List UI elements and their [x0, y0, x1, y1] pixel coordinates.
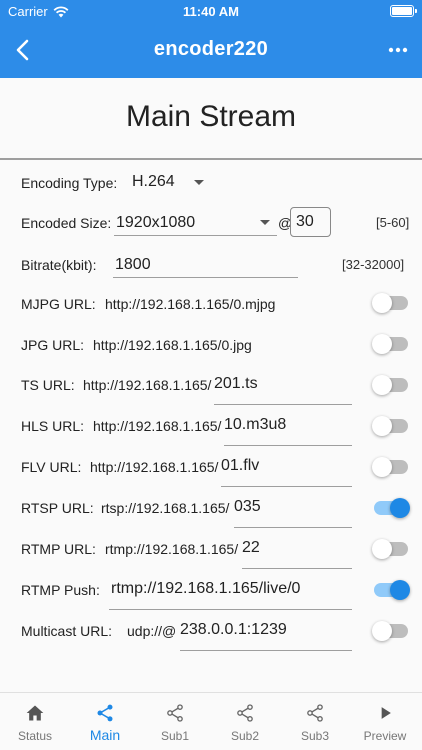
page-title: Main Stream [125, 100, 297, 133]
multicast-url-prefix: udp://@ [127, 623, 177, 639]
encoding-type-label: Encoding Type: [21, 175, 118, 191]
rtmp-push-value: rtmp://192.168.1.165/live/0 [111, 580, 301, 597]
rtmp-url-prefix: rtmp://192.168.1.165/ [105, 541, 239, 557]
flv-url-prefix: http://192.168.1.165/ [90, 459, 219, 475]
encoded-size-dropdown[interactable]: 1920x1080 [114, 208, 277, 236]
share-icon [167, 704, 183, 722]
rtmp-url-input[interactable]: 22 [242, 534, 352, 569]
chevron-down-icon [194, 180, 204, 185]
jpg-url-label: JPG URL: [21, 337, 85, 353]
tab-status[interactable]: Status [0, 693, 70, 750]
play-icon [381, 707, 391, 719]
bitrate-input[interactable]: 1800 [113, 250, 298, 278]
tab-sub2[interactable]: Sub2 [210, 693, 280, 750]
input-underline [180, 650, 352, 651]
ts-url-toggle[interactable] [372, 373, 410, 397]
input-underline [234, 527, 352, 528]
rtmp-url-suffix: 22 [242, 539, 260, 556]
ts-url-suffix: 201.ts [214, 375, 258, 392]
more-options-icon[interactable] [386, 38, 410, 62]
input-underline [242, 568, 352, 569]
input-underline [113, 277, 298, 278]
tab-label: Sub1 [160, 729, 190, 743]
rtmp-url-toggle[interactable] [372, 537, 410, 561]
rtsp-url-toggle[interactable] [372, 496, 410, 520]
app-title: encoder220 [153, 38, 269, 60]
tab-label: Main [89, 727, 121, 743]
tab-label: Preview [363, 729, 407, 743]
share-icon [307, 704, 323, 722]
ts-url-input[interactable]: 201.ts [214, 370, 352, 405]
encoding-type-dropdown[interactable]: H.264 [128, 168, 214, 196]
hls-url-suffix: 10.m3u8 [224, 416, 287, 433]
multicast-url-suffix: 238.0.0.1:1239 [180, 621, 287, 638]
fps-range: [5-60] [376, 215, 410, 230]
mjpg-url-value: http://192.168.1.165/0.mjpg [105, 296, 276, 312]
rtmp-push-label: RTMP Push: [21, 582, 100, 598]
share-icon [237, 704, 253, 722]
hls-url-label: HLS URL: [21, 418, 85, 434]
input-underline [221, 486, 352, 487]
ts-url-prefix: http://192.168.1.165/ [83, 377, 212, 393]
rtsp-url-input[interactable]: 035 [234, 493, 352, 528]
tab-label: Sub2 [230, 729, 260, 743]
app-bar: encoder220 [0, 22, 422, 78]
rtsp-url-suffix: 035 [234, 498, 261, 515]
jpg-url-value: http://192.168.1.165/0.jpg [93, 337, 252, 353]
tab-label: Sub3 [300, 729, 330, 743]
rtmp-url-label: RTMP URL: [21, 541, 96, 557]
encoding-type-value: H.264 [132, 173, 175, 190]
bitrate-value: 1800 [115, 256, 151, 273]
tab-sub1[interactable]: Sub1 [140, 693, 210, 750]
ts-url-label: TS URL: [21, 377, 75, 393]
input-underline [224, 445, 352, 446]
flv-url-label: FLV URL: [21, 459, 82, 475]
chevron-down-icon [260, 220, 270, 225]
tab-sub3[interactable]: Sub3 [280, 693, 350, 750]
bitrate-range: [32-32000] [342, 257, 405, 272]
encoded-size-label: Encoded Size: [21, 215, 112, 231]
flv-url-toggle[interactable] [372, 455, 410, 479]
tab-preview[interactable]: Preview [350, 693, 420, 750]
flv-url-suffix: 01.flv [221, 457, 260, 474]
home-icon [26, 705, 44, 721]
clock: 11:40 AM [183, 4, 239, 19]
tab-main[interactable]: Main [70, 693, 140, 750]
share-icon [97, 704, 113, 722]
rtmp-push-input[interactable]: rtmp://192.168.1.165/live/0 [109, 575, 352, 610]
hls-url-prefix: http://192.168.1.165/ [93, 418, 222, 434]
hls-url-input[interactable]: 10.m3u8 [224, 411, 352, 446]
mjpg-url-label: MJPG URL: [21, 296, 96, 312]
tab-label: Status [17, 729, 53, 743]
status-bar: Carrier 11:40 AM [0, 0, 422, 22]
fps-input[interactable]: 30 [290, 207, 331, 237]
rtsp-url-label: RTSP URL: [21, 500, 94, 516]
bitrate-label: Bitrate(kbit): [21, 257, 97, 273]
input-underline [109, 609, 352, 610]
rtsp-url-prefix: rtsp://192.168.1.165/ [101, 500, 230, 516]
encoded-size-value: 1920x1080 [116, 214, 196, 231]
flv-url-input[interactable]: 01.flv [221, 452, 352, 487]
jpg-url-toggle[interactable] [372, 332, 410, 356]
bottom-tab-bar: Status Main Sub1 Sub2 Sub3 Preview [0, 692, 422, 750]
rtmp-push-toggle[interactable] [372, 578, 410, 602]
header-divider [0, 158, 422, 160]
multicast-url-label: Multicast URL: [21, 623, 113, 639]
battery-icon [390, 5, 417, 17]
dropdown-underline [114, 235, 277, 236]
multicast-url-input[interactable]: 238.0.0.1:1239 [180, 616, 352, 651]
multicast-url-toggle[interactable] [372, 619, 410, 643]
input-underline [214, 404, 352, 405]
hls-url-toggle[interactable] [372, 414, 410, 438]
mjpg-url-toggle[interactable] [372, 291, 410, 315]
